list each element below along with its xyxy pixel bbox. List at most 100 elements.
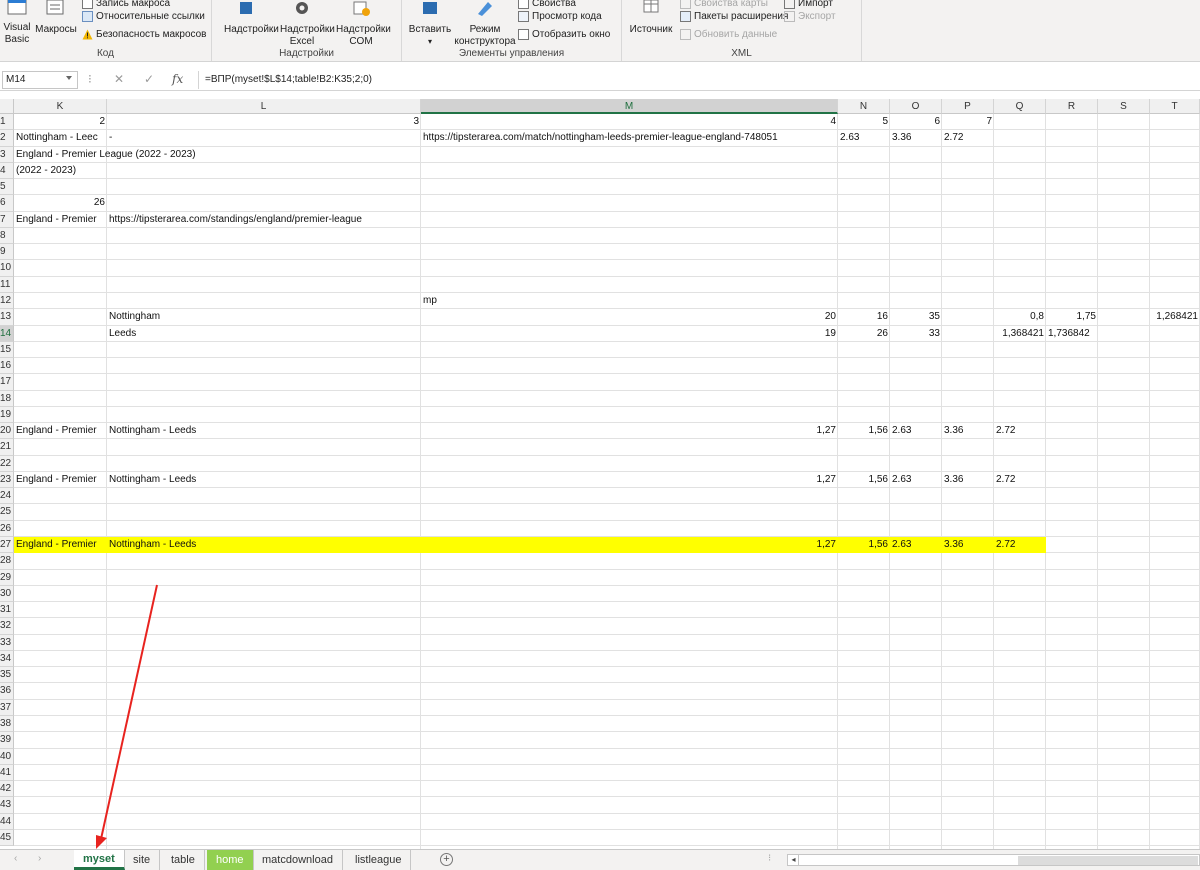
row-header-24[interactable]: 24 xyxy=(0,488,14,505)
cell-m13[interactable]: 20 xyxy=(421,309,838,325)
cell-o20[interactable]: 2.63 xyxy=(890,423,913,439)
row-header-23[interactable]: 23 xyxy=(0,471,14,489)
cell-m27[interactable]: 1,27 xyxy=(421,537,838,553)
cell-k6[interactable]: 26 xyxy=(14,195,107,211)
sheet-tab-matcdownload[interactable]: matcdownload xyxy=(253,850,343,870)
cell-k3[interactable]: England - Premier League (2022 - 2023) xyxy=(14,147,198,163)
cell-l20[interactable]: Nottingham - Leeds xyxy=(107,423,198,439)
cell-m14[interactable]: 19 xyxy=(421,326,838,342)
cell-p20[interactable]: 3.36 xyxy=(942,423,965,439)
cell-r13[interactable]: 1,75 xyxy=(1046,309,1098,325)
row-header-25[interactable]: 25 xyxy=(0,504,14,521)
row-header-20[interactable]: 20 xyxy=(0,423,14,440)
cell-o14[interactable]: 33 xyxy=(890,326,942,342)
cell-m12[interactable]: mp xyxy=(421,293,439,309)
cell-l1[interactable]: 3 xyxy=(107,114,421,130)
column-header-o[interactable]: O xyxy=(890,99,942,114)
sheet-tab-home[interactable]: home xyxy=(207,850,254,870)
row-header-26[interactable]: 26 xyxy=(0,520,14,538)
cell-q23[interactable]: 2.72 xyxy=(994,472,1017,488)
addins-button[interactable]: Надстройки xyxy=(224,0,279,36)
cell-o1[interactable]: 6 xyxy=(890,114,942,130)
row-header-43[interactable]: 43 xyxy=(0,797,14,814)
com-addins-button[interactable]: Надстройки COM xyxy=(336,0,391,48)
cell-n2[interactable]: 2.63 xyxy=(838,130,861,146)
insert-function-icon[interactable]: fx xyxy=(172,72,183,86)
row-header-5[interactable]: 5 xyxy=(0,179,14,196)
cell-n20[interactable]: 1,56 xyxy=(838,423,890,439)
row-header-4[interactable]: 4 xyxy=(0,162,14,180)
cell-q27[interactable]: 2.72 xyxy=(994,537,1017,553)
formula-input[interactable]: =ВПР(myset!$L$14;table!B2:K35;2;0) xyxy=(198,71,1198,89)
column-header-t[interactable]: T xyxy=(1150,99,1200,114)
cell-l2[interactable]: - xyxy=(107,130,114,146)
run-dialog-button[interactable]: Отобразить окно xyxy=(518,27,610,41)
row-header-35[interactable]: 35 xyxy=(0,667,14,684)
row-header-28[interactable]: 28 xyxy=(0,553,14,570)
macros-button[interactable]: Макросы xyxy=(34,0,78,36)
row-header-3[interactable]: 3 xyxy=(0,146,14,163)
scroll-left-arrow-icon[interactable]: ◂ xyxy=(789,855,799,865)
cell-l7[interactable]: https://tipsterarea.com/standings/englan… xyxy=(107,212,364,228)
scroll-tabs-left-icon[interactable]: ‹ xyxy=(14,853,17,864)
row-header-45[interactable]: 45 xyxy=(0,829,14,847)
cell-m1[interactable]: 4 xyxy=(421,114,838,130)
cell-l23[interactable]: Nottingham - Leeds xyxy=(107,472,198,488)
cell-o2[interactable]: 3.36 xyxy=(890,130,913,146)
select-all-corner[interactable] xyxy=(0,99,14,114)
cancel-icon[interactable]: ✕ xyxy=(114,72,124,86)
cell-p27[interactable]: 3.36 xyxy=(942,537,965,553)
row-header-27[interactable]: 27 xyxy=(0,537,14,554)
cell-k1[interactable]: 2 xyxy=(14,114,107,130)
cell-p1[interactable]: 7 xyxy=(942,114,994,130)
add-sheet-button[interactable]: + xyxy=(440,853,453,866)
cell-q20[interactable]: 2.72 xyxy=(994,423,1017,439)
cell-k7[interactable]: England - Premier xyxy=(14,212,99,228)
column-header-r[interactable]: R xyxy=(1046,99,1098,114)
cell-n27[interactable]: 1,56 xyxy=(838,537,890,553)
row-header-1[interactable]: 1 xyxy=(0,114,14,131)
design-mode-button[interactable]: Режим конструктора xyxy=(452,0,518,48)
row-header-12[interactable]: 12 xyxy=(0,292,14,310)
relative-references-button[interactable]: Относительные ссылки xyxy=(82,9,205,23)
row-header-7[interactable]: 7 xyxy=(0,211,14,228)
column-header-n[interactable]: N xyxy=(838,99,890,114)
insert-control-button[interactable]: Вставить ▾ xyxy=(406,0,454,48)
macro-security-button[interactable]: Безопасность макросов xyxy=(82,27,207,41)
scroll-tabs-right-icon[interactable]: › xyxy=(38,853,41,864)
column-header-m[interactable]: M xyxy=(421,99,838,114)
cell-p23[interactable]: 3.36 xyxy=(942,472,965,488)
row-header-18[interactable]: 18 xyxy=(0,390,14,407)
row-header-32[interactable]: 32 xyxy=(0,618,14,635)
column-header-p[interactable]: P xyxy=(942,99,994,114)
cell-o23[interactable]: 2.63 xyxy=(890,472,913,488)
refresh-data-button[interactable]: Обновить данные xyxy=(680,27,777,41)
cell-l27[interactable]: Nottingham - Leeds xyxy=(107,537,198,553)
row-header-17[interactable]: 17 xyxy=(0,374,14,391)
export-button[interactable]: Экспорт xyxy=(784,9,836,23)
row-header-2[interactable]: 2 xyxy=(0,130,14,147)
name-box[interactable]: M14 xyxy=(2,71,78,89)
horizontal-scrollbar[interactable]: ◂ xyxy=(787,854,1200,866)
cell-r14[interactable]: 1,736842 xyxy=(1046,326,1092,342)
row-header-40[interactable]: 40 xyxy=(0,748,14,765)
cell-n13[interactable]: 16 xyxy=(838,309,890,325)
row-header-11[interactable]: 11 xyxy=(0,276,14,293)
row-header-22[interactable]: 22 xyxy=(0,455,14,472)
row-header-30[interactable]: 30 xyxy=(0,585,14,603)
row-header-16[interactable]: 16 xyxy=(0,358,14,375)
row-header-34[interactable]: 34 xyxy=(0,650,14,668)
row-header-31[interactable]: 31 xyxy=(0,602,14,619)
row-header-8[interactable]: 8 xyxy=(0,227,14,245)
view-code-button[interactable]: Просмотр кода xyxy=(518,9,602,23)
visual-basic-button[interactable]: Visual Basic xyxy=(2,0,32,46)
xml-source-button[interactable]: Источник xyxy=(626,0,676,36)
cell-k4[interactable]: (2022 - 2023) xyxy=(14,163,78,179)
row-header-37[interactable]: 37 xyxy=(0,699,14,716)
cell-m20[interactable]: 1,27 xyxy=(421,423,838,439)
row-header-13[interactable]: 13 xyxy=(0,309,14,326)
row-header-41[interactable]: 41 xyxy=(0,764,14,782)
column-header-k[interactable]: K xyxy=(14,99,107,114)
column-header-s[interactable]: S xyxy=(1098,99,1150,114)
cell-l13[interactable]: Nottingham xyxy=(107,309,162,325)
